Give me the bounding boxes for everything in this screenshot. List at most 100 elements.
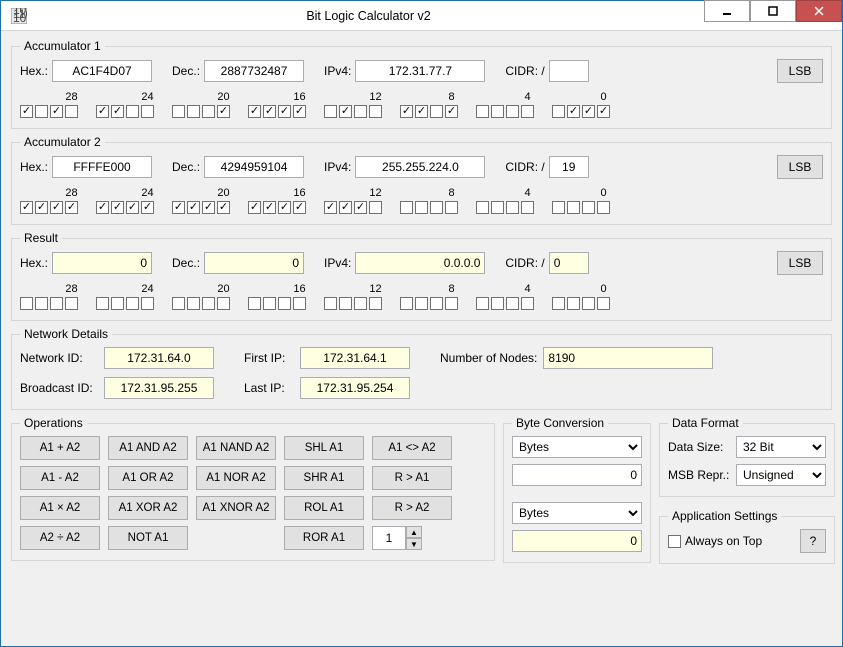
bit-checkbox[interactable] [263,105,276,118]
bit-checkbox[interactable] [369,105,382,118]
bit-checkbox[interactable] [582,201,595,214]
bit-checkbox[interactable] [217,201,230,214]
bit-checkbox[interactable] [430,201,443,214]
byte-unit-1[interactable]: BytesKilobytesMegabytesGigabytes [512,436,642,458]
bit-checkbox[interactable] [506,105,519,118]
bit-checkbox[interactable] [491,201,504,214]
op-button[interactable]: A1 <> A2 [372,436,452,460]
op-button[interactable]: ROR A1 [284,526,364,550]
spin-up-icon[interactable]: ▲ [406,526,422,538]
bit-checkbox[interactable] [217,105,230,118]
op-button[interactable]: A2 ÷ A2 [20,526,100,550]
acc1-hex-input[interactable] [52,60,152,82]
op-button[interactable]: NOT A1 [108,526,188,550]
maximize-button[interactable] [750,0,796,22]
msb-repr-select[interactable]: UnsignedSigned [736,464,826,486]
bit-checkbox[interactable] [126,201,139,214]
bit-checkbox[interactable] [172,201,185,214]
acc1-ipv4-input[interactable] [355,60,485,82]
bit-checkbox[interactable] [126,105,139,118]
op-button[interactable]: SHL A1 [284,436,364,460]
op-button[interactable]: ROL A1 [284,496,364,520]
bit-checkbox[interactable] [187,201,200,214]
bit-checkbox[interactable] [248,201,261,214]
minimize-button[interactable] [704,0,750,22]
bit-checkbox[interactable] [567,201,580,214]
bit-checkbox[interactable] [369,201,382,214]
acc2-dec-input[interactable] [204,156,304,178]
acc1-cidr-input[interactable] [549,60,589,82]
acc2-ipv4-input[interactable] [355,156,485,178]
bit-checkbox[interactable] [111,201,124,214]
byte-unit-2[interactable]: BytesKilobytesMegabytesGigabytes [512,502,642,524]
acc2-cidr-input[interactable] [549,156,589,178]
bit-checkbox[interactable] [354,201,367,214]
bit-checkbox[interactable] [293,105,306,118]
bit-checkbox[interactable] [567,105,580,118]
op-button[interactable]: SHR A1 [284,466,364,490]
bit-checkbox[interactable] [187,105,200,118]
acc2-hex-input[interactable] [52,156,152,178]
bit-checkbox[interactable] [278,105,291,118]
result-lsb-button[interactable]: LSB [777,251,823,275]
bit-checkbox[interactable] [50,201,63,214]
bit-checkbox[interactable] [400,105,413,118]
bit-checkbox[interactable] [552,105,565,118]
bit-checkbox[interactable] [354,105,367,118]
bit-checkbox[interactable] [35,201,48,214]
bit-checkbox[interactable] [476,201,489,214]
bit-checkbox[interactable] [582,105,595,118]
bit-checkbox[interactable] [141,105,154,118]
bit-checkbox[interactable] [65,201,78,214]
bit-checkbox[interactable] [96,201,109,214]
data-size-select[interactable]: 8 Bit16 Bit32 Bit64 Bit [736,436,826,458]
bit-checkbox[interactable] [400,201,413,214]
byte-value-1[interactable] [512,464,642,486]
bit-checkbox[interactable] [552,201,565,214]
op-button[interactable]: A1 XNOR A2 [196,496,276,520]
bit-checkbox[interactable] [445,105,458,118]
bit-checkbox[interactable] [96,105,109,118]
bit-checkbox[interactable] [141,201,154,214]
bit-checkbox[interactable] [324,201,337,214]
bit-checkbox[interactable] [339,201,352,214]
bit-checkbox[interactable] [476,105,489,118]
bit-checkbox[interactable] [202,201,215,214]
bit-checkbox[interactable] [597,105,610,118]
bit-checkbox[interactable] [597,201,610,214]
op-button[interactable]: A1 NAND A2 [196,436,276,460]
bit-checkbox[interactable] [20,105,33,118]
op-button[interactable]: A1 × A2 [20,496,100,520]
bit-checkbox[interactable] [506,201,519,214]
bit-checkbox[interactable] [521,105,534,118]
op-button[interactable]: A1 NOR A2 [196,466,276,490]
op-button[interactable]: A1 - A2 [20,466,100,490]
acc1-lsb-button[interactable]: LSB [777,59,823,83]
op-button[interactable]: A1 AND A2 [108,436,188,460]
bit-checkbox[interactable] [293,201,306,214]
bit-checkbox[interactable] [521,201,534,214]
op-button[interactable]: R > A2 [372,496,452,520]
help-button[interactable]: ? [800,529,826,553]
op-button[interactable]: A1 OR A2 [108,466,188,490]
bit-checkbox[interactable] [50,105,63,118]
bit-checkbox[interactable] [20,201,33,214]
bit-checkbox[interactable] [248,105,261,118]
bit-checkbox[interactable] [278,201,291,214]
op-button[interactable]: A1 XOR A2 [108,496,188,520]
spin-down-icon[interactable]: ▼ [406,538,422,550]
op-button[interactable]: R > A1 [372,466,452,490]
always-on-top-checkbox[interactable]: Always on Top [668,534,762,548]
bit-checkbox[interactable] [445,201,458,214]
bit-checkbox[interactable] [172,105,185,118]
acc1-dec-input[interactable] [204,60,304,82]
bit-checkbox[interactable] [35,105,48,118]
bit-checkbox[interactable] [491,105,504,118]
bit-checkbox[interactable] [202,105,215,118]
bit-checkbox[interactable] [339,105,352,118]
shift-amount-spinner[interactable]: ▲▼ [372,526,452,550]
close-button[interactable] [796,0,842,22]
acc2-lsb-button[interactable]: LSB [777,155,823,179]
bit-checkbox[interactable] [111,105,124,118]
bit-checkbox[interactable] [415,201,428,214]
